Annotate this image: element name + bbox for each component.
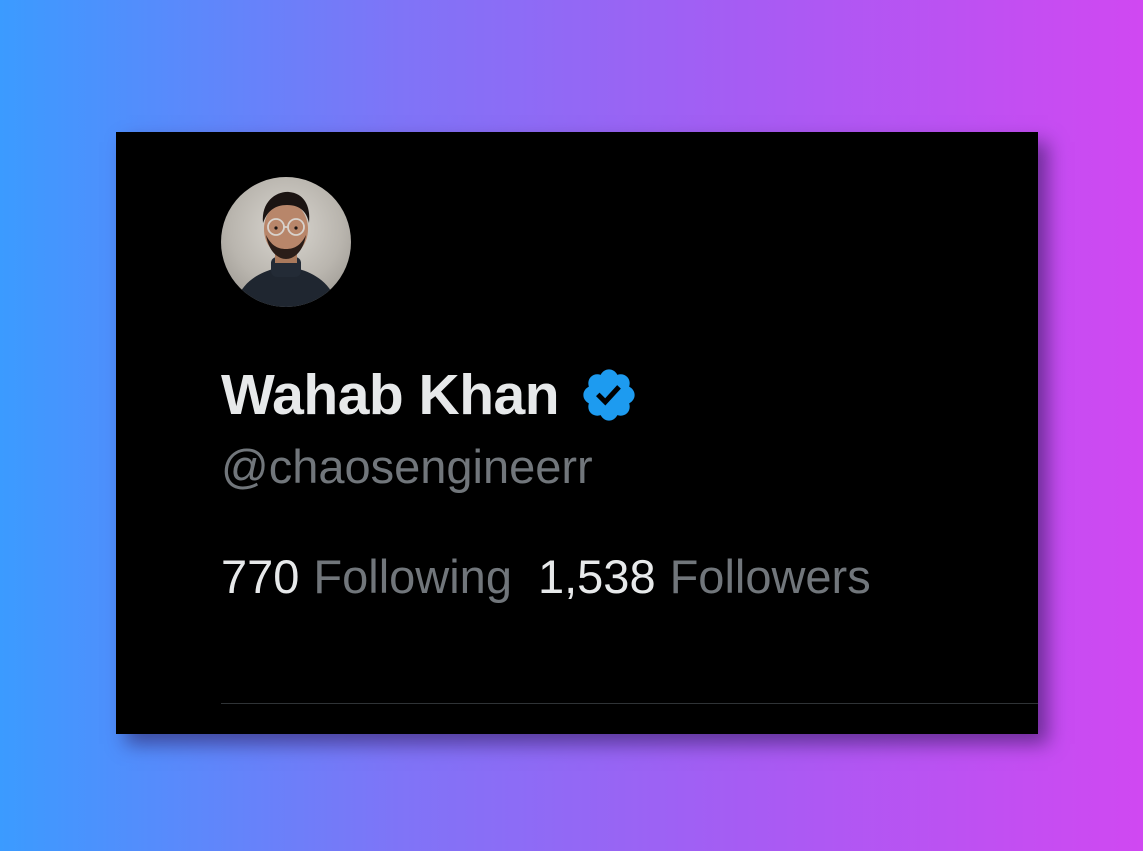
display-name: Wahab Khan [221, 363, 560, 427]
divider [221, 703, 1038, 704]
verified-badge-icon[interactable] [579, 365, 639, 425]
avatar[interactable] [221, 177, 351, 307]
followers-count: 1,538 [537, 550, 656, 603]
followers-link[interactable]: 1,538 Followers [538, 547, 871, 607]
profile-card: Wahab Khan @chaosengineerr 770 Following… [116, 132, 1038, 734]
avatar-photo [235, 191, 337, 307]
name-row: Wahab Khan [221, 362, 639, 428]
following-link[interactable]: 770 Following [221, 547, 512, 607]
followers-label: Followers [669, 550, 871, 603]
user-handle: @chaosengineerr [221, 440, 593, 493]
follow-stats: 770 Following 1,538 Followers [221, 547, 897, 607]
following-count: 770 [221, 550, 300, 603]
following-label: Following [313, 550, 512, 603]
